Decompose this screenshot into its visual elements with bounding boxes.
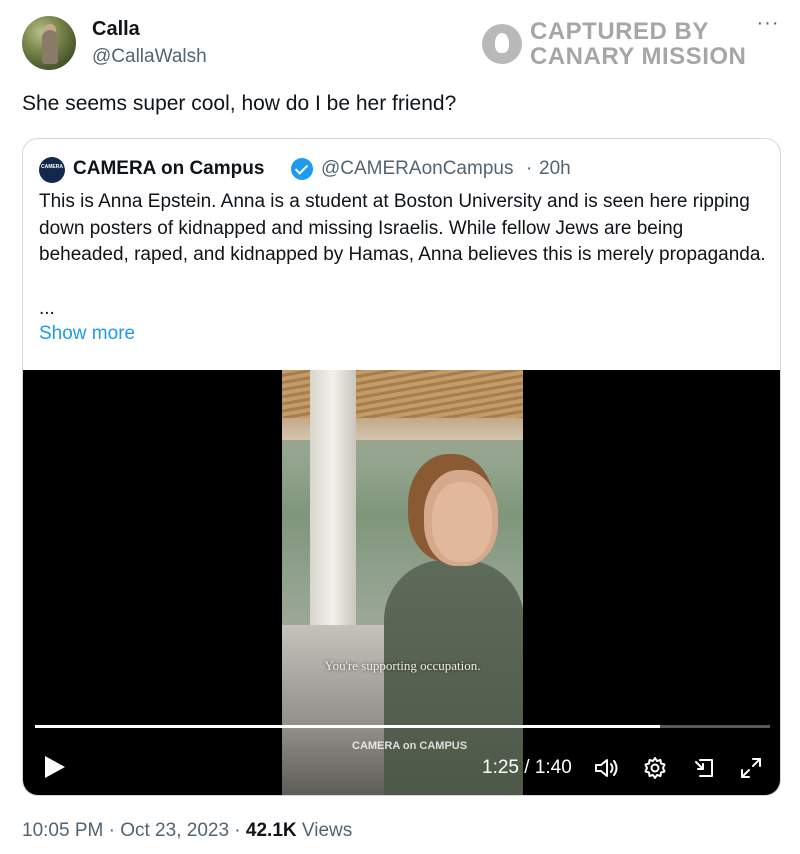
more-options-button[interactable]: ···: [754, 13, 782, 38]
quoted-tweet-time[interactable]: 20h: [539, 158, 571, 180]
quoted-tweet-ellipsis: ...: [39, 298, 55, 319]
author-display-name[interactable]: Calla: [92, 18, 140, 41]
quoted-tweet-body: This is Anna Epstein. Anna is a student …: [39, 191, 766, 265]
quoted-author-avatar[interactable]: CAMERA on CAMPUS: [39, 157, 94, 183]
tweet-text: She seems super cool, how do I be her fr…: [22, 92, 457, 115]
pip-icon[interactable]: [690, 754, 718, 782]
quoted-avatar-logo-text: CAMERA on CAMPUS: [41, 164, 94, 170]
watermark-line-1: CAPTURED BY: [530, 18, 709, 45]
meta-separator: ·: [108, 820, 115, 841]
canary-logo-icon: [482, 24, 522, 64]
video-progress-bar[interactable]: [35, 725, 770, 728]
tweet-time[interactable]: 10:05 PM: [22, 820, 103, 841]
video-watermark: CAMERA on CAMPUS: [352, 740, 468, 752]
video-player[interactable]: You're supporting occupation. CAMERA on …: [23, 370, 780, 795]
video-frame: You're supporting occupation. CAMERA on …: [282, 370, 523, 795]
video-subtitle: You're supporting occupation.: [324, 658, 481, 673]
separator-dot: ·: [526, 158, 533, 179]
tweet-meta: 10:05 PM · Oct 23, 2023 · 42.1K Views: [22, 820, 352, 842]
meta-separator: ·: [234, 820, 241, 841]
quoted-author-handle[interactable]: @CAMERAonCampus: [321, 158, 513, 180]
verified-badge-icon: [291, 158, 313, 180]
author-handle[interactable]: @CallaWalsh: [92, 46, 207, 68]
video-time-readout: 1:25 / 1:40: [482, 757, 572, 778]
watermark-line-2: CANARY MISSION: [530, 43, 747, 70]
quoted-author-name[interactable]: CAMERA on Campus: [73, 158, 264, 180]
play-icon[interactable]: [43, 755, 67, 779]
volume-icon[interactable]: [592, 754, 620, 782]
tweet-header: Calla @CallaWalsh CAPTURED BY CANARY MIS…: [0, 0, 800, 80]
tweet-date[interactable]: Oct 23, 2023: [120, 820, 229, 841]
show-more-link[interactable]: Show more: [39, 323, 135, 345]
views-label: Views: [301, 820, 353, 841]
settings-icon[interactable]: [641, 754, 669, 782]
video-progress-fill: [35, 725, 660, 728]
author-avatar[interactable]: [22, 16, 76, 70]
views-count: 42.1K: [245, 820, 297, 841]
quoted-tweet-card[interactable]: CAMERA on CAMPUS CAMERA on Campus @CAMER…: [22, 138, 781, 796]
fullscreen-icon[interactable]: [737, 754, 765, 782]
